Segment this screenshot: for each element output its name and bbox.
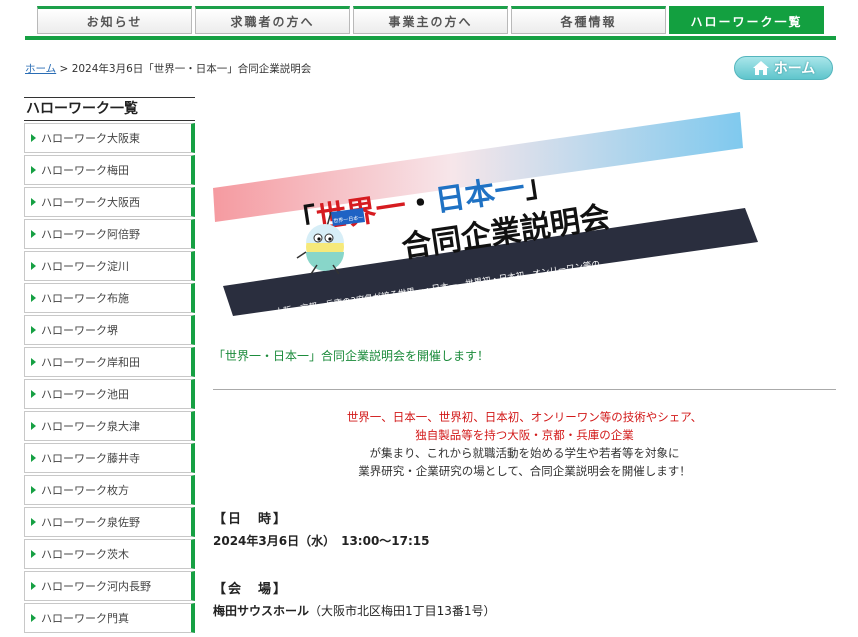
sidebar-item-ibaraki[interactable]: ハローワーク茨木 xyxy=(24,539,195,569)
event-banner: 「世界一・日本一」 合同企業説明会 大阪・京都・兵庫の3府県が誇る世界一・日本一… xyxy=(213,112,758,318)
breadcrumb-home-link[interactable]: ホーム xyxy=(25,63,56,75)
sidebar-item-yodogawa[interactable]: ハローワーク淀川 xyxy=(24,251,195,281)
intro-line-4: 業界研究・企業研究の場として、合同企業説明会を開催します！ xyxy=(358,464,691,478)
sidebar-item-label: ハローワーク河内長野 xyxy=(41,580,151,593)
arrow-right-icon xyxy=(31,294,36,302)
page-headline: 「世界一・日本一」合同企業説明会を開催します！ xyxy=(213,349,490,363)
sidebar-item-umeda[interactable]: ハローワーク梅田 xyxy=(24,155,195,185)
sidebar-item-izumiotsu[interactable]: ハローワーク泉大津 xyxy=(24,411,195,441)
intro-line-2: 独自製品等を持つ大阪・京都・兵庫の企業 xyxy=(415,428,634,442)
intro-line-1: 世界一、日本一、世界初、日本初、オンリーワン等の技術やシェア、 xyxy=(346,410,703,424)
arrow-right-icon xyxy=(31,550,36,558)
arrow-right-icon xyxy=(31,422,36,430)
arrow-right-icon xyxy=(31,582,36,590)
arrow-right-icon xyxy=(31,134,36,142)
venue-value: 梅田サウスホール（大阪市北区梅田1丁目13番1号） xyxy=(213,602,496,619)
sidebar: ハローワーク一覧 ハローワーク大阪東 ハローワーク梅田 ハローワーク大阪西 ハロ… xyxy=(24,97,195,633)
arrow-right-icon xyxy=(31,326,36,334)
sidebar-item-kawachinagano[interactable]: ハローワーク河内長野 xyxy=(24,571,195,601)
breadcrumb-separator: > xyxy=(59,63,69,75)
datetime-value: 2024年3月6日（水） 13:00〜17:15 xyxy=(213,534,430,548)
breadcrumb-current: 2024年3月6日「世界一・日本一」合同企業説明会 xyxy=(71,63,312,75)
tab-news[interactable]: お知らせ xyxy=(37,6,192,34)
home-button-label: ホーム xyxy=(773,61,816,77)
sidebar-item-label: ハローワーク茨木 xyxy=(41,548,129,561)
arrow-right-icon xyxy=(31,262,36,270)
house-icon xyxy=(752,61,769,75)
sidebar-item-fuse[interactable]: ハローワーク布施 xyxy=(24,283,195,313)
venue-heading: 【会 場】 xyxy=(213,582,289,597)
sidebar-item-label: ハローワーク梅田 xyxy=(41,164,129,177)
arrow-right-icon xyxy=(31,358,36,366)
sidebar-item-label: ハローワーク淀川 xyxy=(41,260,129,273)
breadcrumb: ホーム > 2024年3月6日「世界一・日本一」合同企業説明会 xyxy=(25,61,311,76)
sidebar-list: ハローワーク大阪東 ハローワーク梅田 ハローワーク大阪西 ハローワーク阿倍野 ハ… xyxy=(24,123,195,633)
banner-title-close: 」 xyxy=(522,167,557,206)
sidebar-item-ikeda[interactable]: ハローワーク池田 xyxy=(24,379,195,409)
sidebar-item-hirakata[interactable]: ハローワーク枚方 xyxy=(24,475,195,505)
sidebar-item-label: ハローワーク布施 xyxy=(41,292,129,305)
sidebar-title: ハローワーク一覧 xyxy=(24,97,195,121)
tab-information[interactable]: 各種情報 xyxy=(511,6,666,34)
venue-address: （大阪市北区梅田1丁目13番1号） xyxy=(309,604,496,618)
sidebar-item-kadoma[interactable]: ハローワーク門真 xyxy=(24,603,195,633)
arrow-right-icon xyxy=(31,198,36,206)
arrow-right-icon xyxy=(31,486,36,494)
sidebar-item-label: ハローワーク大阪西 xyxy=(41,196,140,209)
home-button[interactable]: ホーム xyxy=(734,56,833,80)
sidebar-item-osaka-nishi[interactable]: ハローワーク大阪西 xyxy=(24,187,195,217)
arrow-right-icon xyxy=(31,518,36,526)
intro-text: 世界一、日本一、世界初、日本初、オンリーワン等の技術やシェア、 独自製品等を持つ… xyxy=(213,408,836,480)
sidebar-item-izumisano[interactable]: ハローワーク泉佐野 xyxy=(24,507,195,537)
tab-hellowork-list[interactable]: ハローワーク一覧 xyxy=(669,6,824,34)
sidebar-item-label: ハローワーク泉佐野 xyxy=(41,516,140,529)
sidebar-item-label: ハローワーク門真 xyxy=(41,612,129,625)
content-divider xyxy=(213,389,836,390)
arrow-right-icon xyxy=(31,614,36,622)
sidebar-item-label: ハローワーク泉大津 xyxy=(41,420,140,433)
arrow-right-icon xyxy=(31,390,36,398)
tab-employers[interactable]: 事業主の方へ xyxy=(353,6,508,34)
arrow-right-icon xyxy=(31,166,36,174)
tab-job-seekers[interactable]: 求職者の方へ xyxy=(195,6,350,34)
venue-name: 梅田サウスホール xyxy=(213,604,310,618)
sidebar-item-label: ハローワーク大阪東 xyxy=(41,132,140,145)
sidebar-item-sakai[interactable]: ハローワーク堺 xyxy=(24,315,195,345)
sidebar-item-label: ハローワーク池田 xyxy=(41,388,129,401)
sidebar-item-osaka-higashi[interactable]: ハローワーク大阪東 xyxy=(24,123,195,153)
sidebar-item-abeno[interactable]: ハローワーク阿倍野 xyxy=(24,219,195,249)
arrow-right-icon xyxy=(31,230,36,238)
sidebar-item-label: ハローワーク枚方 xyxy=(41,484,129,497)
sidebar-item-kishiwada[interactable]: ハローワーク岸和田 xyxy=(24,347,195,377)
sidebar-item-label: ハローワーク藤井寺 xyxy=(41,452,140,465)
sidebar-item-label: ハローワーク岸和田 xyxy=(41,356,140,369)
sidebar-item-label: ハローワーク阿倍野 xyxy=(41,228,140,241)
sidebar-item-label: ハローワーク堺 xyxy=(41,324,118,337)
datetime-heading: 【日 時】 xyxy=(213,512,289,527)
intro-line-3: が集まり、これから就職活動を始める学生や若者等を対象に xyxy=(369,446,680,460)
nav-divider xyxy=(25,36,836,40)
arrow-right-icon xyxy=(31,454,36,462)
sidebar-item-fujiidera[interactable]: ハローワーク藤井寺 xyxy=(24,443,195,473)
top-nav: お知らせ 求職者の方へ 事業主の方へ 各種情報 ハローワーク一覧 xyxy=(37,6,824,34)
